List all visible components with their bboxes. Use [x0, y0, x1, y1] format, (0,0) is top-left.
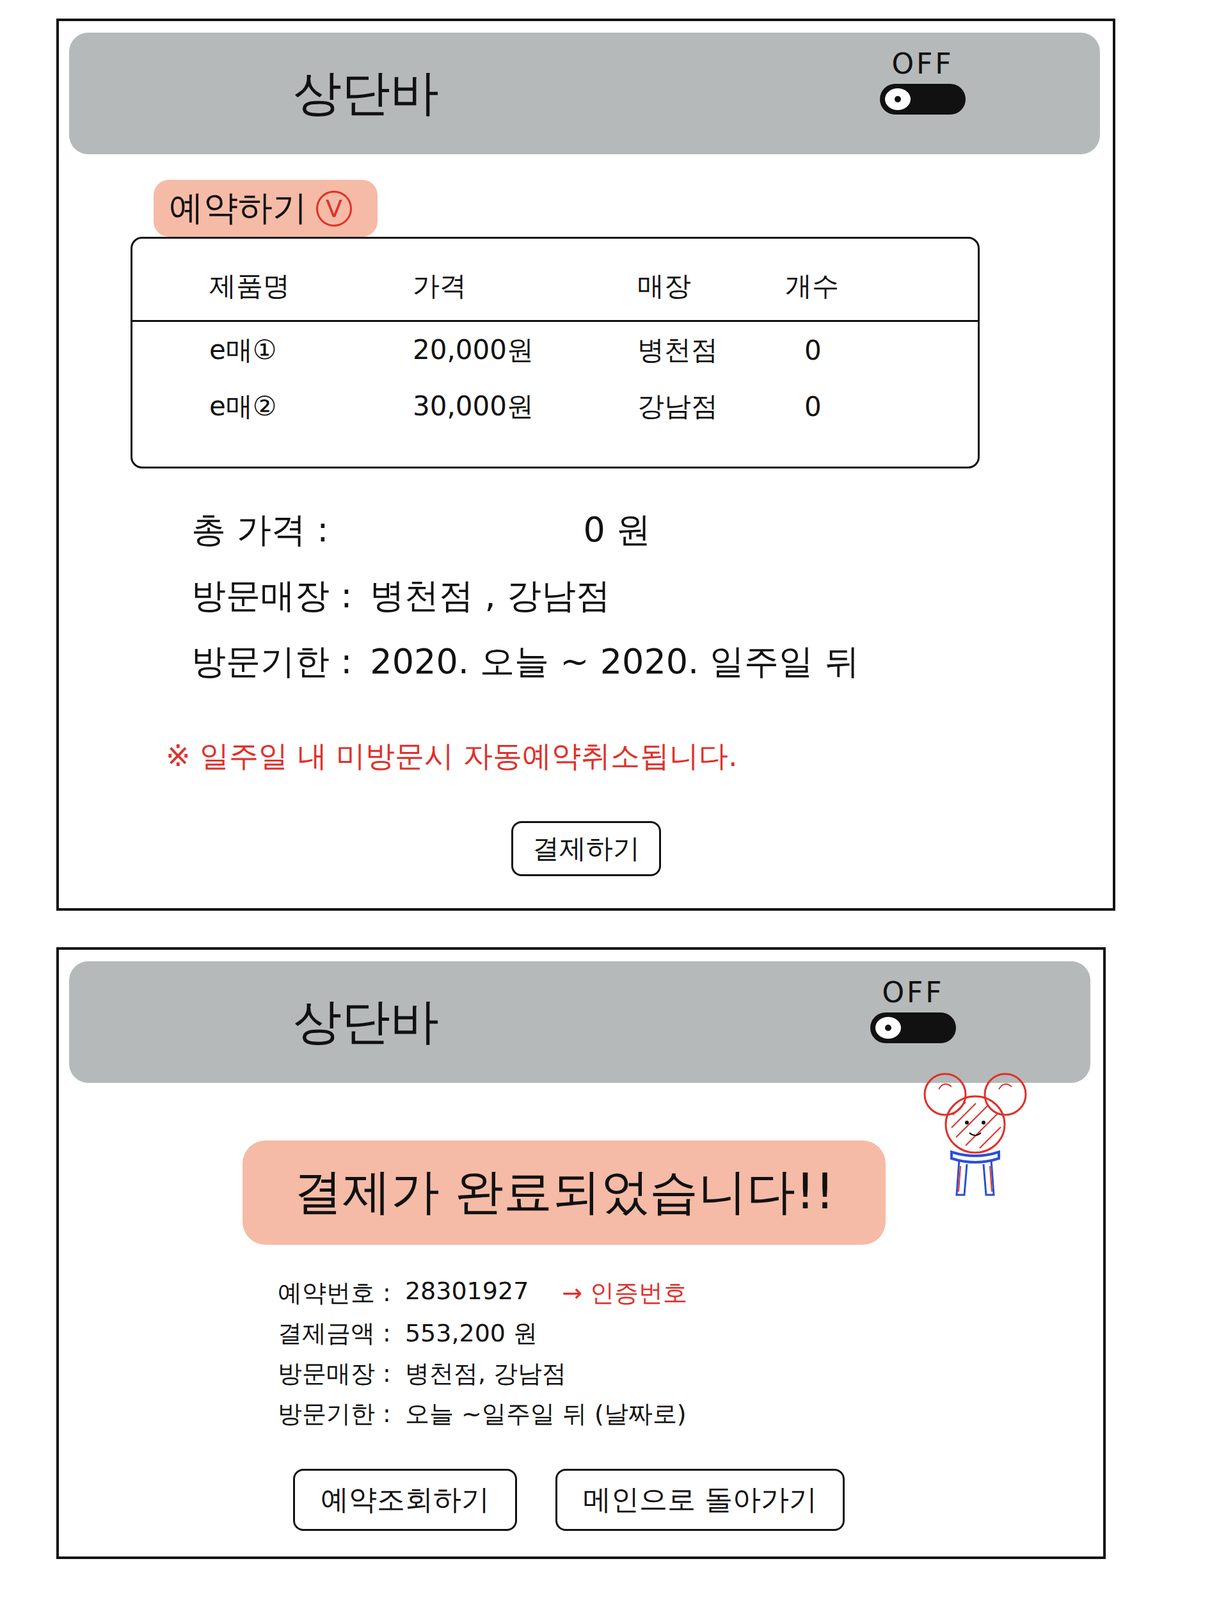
- detail-label: 방문기한 :: [191, 638, 352, 686]
- column-header: 가격: [412, 268, 638, 304]
- toggle-knob: [884, 88, 911, 111]
- payment-detail-line: 결제금액 : 553,200 원: [277, 1316, 688, 1350]
- summary: 총 가격 : 0 원 방문매장 : 병천점 , 강남점방문기한 : 2020. …: [191, 506, 860, 777]
- toggle-group: OFF: [879, 47, 966, 115]
- expand-icon[interactable]: V: [316, 190, 352, 227]
- detail-label: 방문매장 :: [191, 572, 352, 620]
- table-row[interactable]: e매② 30,000원 강남점 0: [132, 378, 978, 435]
- detail-label: 예약번호 :: [277, 1276, 391, 1310]
- price-cell: 30,000원: [412, 388, 638, 425]
- store-cell: 강남점: [637, 388, 786, 425]
- toggle-switch[interactable]: [870, 1012, 957, 1044]
- action-button[interactable]: 메인으로 돌아가기: [555, 1468, 845, 1531]
- cancel-notice: ※ 일주일 내 미방문시 자동예약취소됩니다.: [165, 736, 860, 777]
- detail-label: 결제금액 :: [277, 1316, 391, 1350]
- page: 상단바 OFF 예약하기 V 제품명가격매장개수 e매① 20,000원 병천점…: [0, 0, 1219, 1598]
- top-bar-title: 상단바: [293, 60, 439, 127]
- top-bar: 상단바 OFF: [69, 32, 1100, 155]
- store-cell: 병천점: [637, 332, 786, 368]
- product-cell: e매②: [209, 388, 413, 425]
- table-row[interactable]: e매① 20,000원 병천점 0: [132, 321, 978, 379]
- reservation-panel: 상단바 OFF 예약하기 V 제품명가격매장개수 e매① 20,000원 병천점…: [56, 18, 1116, 911]
- product-cell: e매①: [209, 332, 413, 368]
- detail-value: 28301927: [405, 1276, 529, 1310]
- confirmation-panel: 상단바 OFF 결제가 완료되었습니다!! 예약번호 : 28301927 → …: [56, 947, 1106, 1559]
- detail-value: 병천점, 강남점: [405, 1357, 567, 1390]
- complete-banner: 결제가 완료되었습니다!!: [242, 1140, 886, 1245]
- detail-value: 553,200 원: [405, 1316, 538, 1350]
- detail-line: 방문매장 : 병천점 , 강남점: [191, 572, 860, 620]
- count-cell[interactable]: 0: [785, 334, 978, 367]
- column-header: 매장: [637, 268, 786, 304]
- mouse-mascot-icon: [920, 1069, 1030, 1205]
- pay-row: 결제하기: [58, 820, 1113, 877]
- detail-label: 방문기한 :: [277, 1397, 391, 1431]
- reserve-heading[interactable]: 예약하기 V: [153, 179, 378, 237]
- price-cell: 20,000원: [412, 332, 638, 368]
- column-header: 제품명: [209, 268, 413, 304]
- detail-value: 2020. 오늘 ~ 2020. 일주일 뒤: [369, 638, 859, 686]
- top-bar-title: 상단바: [293, 989, 439, 1056]
- detail-value: 병천점 , 강남점: [369, 572, 611, 620]
- product-table: 제품명가격매장개수 e매① 20,000원 병천점 0e매② 30,000원 강…: [130, 236, 980, 469]
- payment-detail-line: 방문매장 : 병천점, 강남점: [277, 1357, 688, 1390]
- toggle-knob: [875, 1016, 901, 1039]
- top-bar: 상단바 OFF: [69, 961, 1091, 1083]
- payment-detail-line: 예약번호 : 28301927 → 인증번호: [277, 1276, 688, 1310]
- detail-value: 오늘 ~일주일 뒤 (날짜로): [405, 1397, 687, 1431]
- count-cell[interactable]: 0: [785, 390, 978, 423]
- action-buttons: 예약조회하기 메인으로 돌아가기: [293, 1468, 845, 1531]
- total-value: 0 원: [583, 506, 652, 554]
- pay-button[interactable]: 결제하기: [511, 820, 662, 877]
- table-header: 제품명가격매장개수: [132, 238, 978, 322]
- toggle-label: OFF: [881, 975, 944, 1009]
- detail-label: 방문매장 :: [277, 1357, 391, 1390]
- action-button[interactable]: 예약조회하기: [293, 1468, 518, 1531]
- detail-annotation: → 인증번호: [561, 1276, 688, 1310]
- toggle-switch[interactable]: [879, 83, 966, 115]
- toggle-group: OFF: [870, 975, 957, 1044]
- payment-detail-line: 방문기한 : 오늘 ~일주일 뒤 (날짜로): [277, 1397, 688, 1431]
- toggle-label: OFF: [891, 47, 954, 80]
- reserve-title: 예약하기: [168, 184, 308, 232]
- column-header: 개수: [785, 268, 978, 304]
- total-line: 총 가격 : 0 원: [191, 506, 860, 554]
- payment-details: 예약번호 : 28301927 → 인증번호결제금액 : 553,200 원 방…: [277, 1276, 688, 1431]
- total-label: 총 가격 :: [191, 506, 329, 554]
- detail-line: 방문기한 : 2020. 오늘 ~ 2020. 일주일 뒤: [191, 638, 860, 686]
